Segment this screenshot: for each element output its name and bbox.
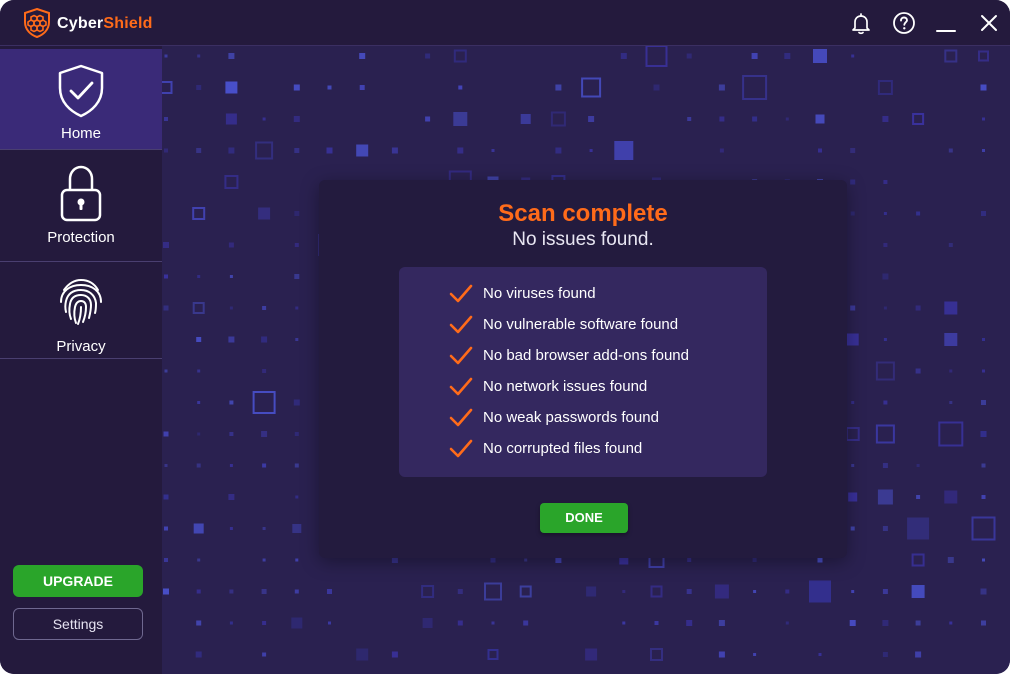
list-item: No vulnerable software found bbox=[449, 313, 759, 337]
sidebar-item-privacy[interactable]: Privacy bbox=[0, 262, 162, 359]
sidebar-item-protection[interactable]: Protection bbox=[0, 150, 162, 262]
list-item: No viruses found bbox=[449, 282, 759, 306]
result-text: No vulnerable software found bbox=[483, 316, 679, 333]
main-content: Scan complete No issues found. No viruse… bbox=[162, 46, 1010, 674]
upgrade-button[interactable]: UPGRADE bbox=[13, 565, 143, 597]
settings-button[interactable]: Settings bbox=[13, 608, 143, 640]
fingerprint-icon bbox=[60, 278, 102, 325]
scan-result-card: Scan complete No issues found. No viruse… bbox=[319, 180, 847, 558]
close-icon[interactable] bbox=[977, 11, 1001, 35]
shield-check-icon bbox=[58, 64, 104, 118]
result-text: No viruses found bbox=[483, 285, 596, 302]
lock-icon bbox=[60, 165, 102, 222]
checkmark-icon bbox=[449, 439, 473, 458]
result-text: No weak passwords found bbox=[483, 409, 659, 426]
brand-part-2: Shield bbox=[103, 15, 153, 32]
sidebar: Home Protection Privacy UPGRADE Settings bbox=[0, 46, 162, 674]
title-bar: CyberShield bbox=[0, 0, 1010, 46]
sidebar-item-home[interactable]: Home bbox=[0, 49, 162, 150]
sidebar-item-label: Home bbox=[60, 125, 101, 142]
sidebar-item-label: Protection bbox=[47, 229, 115, 246]
list-item: No network issues found bbox=[449, 375, 759, 399]
scan-results-list: No viruses found No vulnerable software … bbox=[399, 267, 767, 477]
checkmark-icon bbox=[449, 377, 473, 396]
app-brand: CyberShield bbox=[57, 15, 153, 33]
scan-subtitle: No issues found. bbox=[512, 229, 654, 250]
list-item: No corrupted files found bbox=[449, 437, 759, 461]
brand-part-1: Cyber bbox=[57, 15, 104, 32]
result-text: No corrupted files found bbox=[483, 440, 643, 457]
checkmark-icon bbox=[449, 315, 473, 334]
checkmark-icon bbox=[449, 346, 473, 365]
scan-title: Scan complete bbox=[498, 200, 668, 227]
result-text: No bad browser add-ons found bbox=[483, 347, 689, 364]
logo-icon bbox=[24, 8, 50, 38]
result-text: No network issues found bbox=[483, 378, 648, 395]
list-item: No weak passwords found bbox=[449, 406, 759, 430]
list-item: No bad browser add-ons found bbox=[449, 344, 759, 368]
done-button[interactable]: DONE bbox=[540, 503, 628, 533]
checkmark-icon bbox=[449, 284, 473, 303]
bell-icon[interactable] bbox=[849, 11, 873, 35]
sidebar-item-label: Privacy bbox=[56, 338, 106, 355]
app-window: CyberShield Home Protection Privacy UPGR… bbox=[0, 0, 1010, 674]
checkmark-icon bbox=[449, 408, 473, 427]
help-icon[interactable] bbox=[892, 11, 916, 35]
minimize-icon[interactable] bbox=[934, 11, 958, 35]
